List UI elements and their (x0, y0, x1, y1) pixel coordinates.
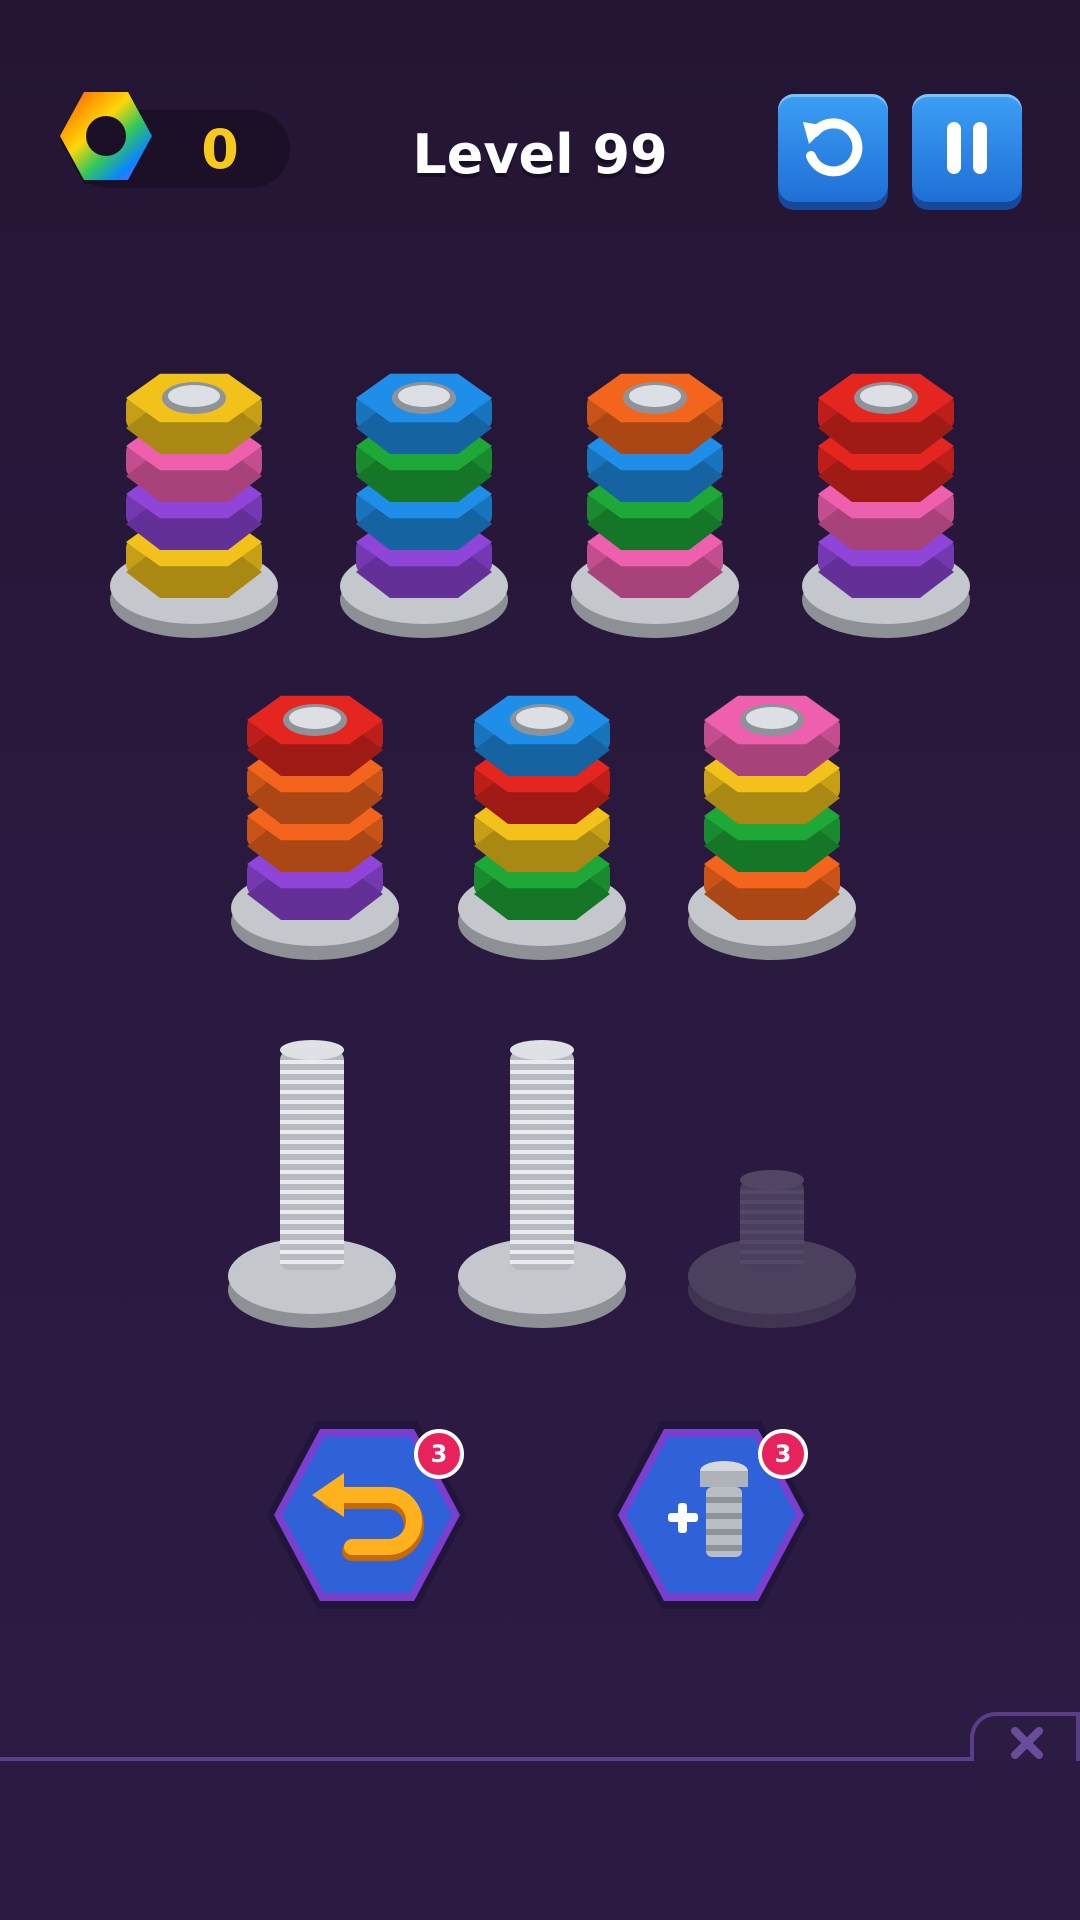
pause-button[interactable] (912, 94, 1022, 202)
nut-red (247, 695, 383, 776)
bolt-7[interactable] (688, 695, 856, 960)
score-value: 0 (201, 118, 239, 181)
level-title: Level 99 (412, 123, 668, 186)
undo-count-badge: 3 (414, 1429, 464, 1479)
bolt-4[interactable] (802, 373, 970, 638)
bolt-6[interactable] (458, 695, 626, 960)
bolt-1[interactable] (110, 373, 278, 638)
bolt-3[interactable] (571, 373, 739, 638)
close-icon (1011, 1727, 1043, 1759)
bolt-2[interactable] (340, 373, 508, 638)
ad-close-button[interactable] (970, 1712, 1080, 1761)
bolt-9[interactable] (458, 1040, 626, 1328)
bolt-10[interactable] (688, 1170, 856, 1328)
bolt-8[interactable] (228, 1040, 396, 1328)
ad-banner-area (0, 1761, 1080, 1920)
add-bolt-count-badge: 3 (758, 1429, 808, 1479)
nut-blue (474, 695, 610, 776)
restart-icon (803, 118, 863, 177)
rainbow-nut-icon (52, 88, 160, 196)
pause-icon (947, 122, 987, 174)
nut-yellow (126, 373, 262, 454)
nut-red (818, 373, 954, 454)
nut-orange (587, 373, 723, 454)
restart-button[interactable] (778, 94, 888, 202)
bolt-board (110, 373, 970, 1328)
nut-blue (356, 373, 492, 454)
bolt-5[interactable] (231, 695, 399, 960)
game-board (0, 260, 1080, 1360)
nut-pink (704, 695, 840, 776)
top-bar: 0 Level 99 (0, 0, 1080, 230)
undo-powerup-button[interactable]: 3 (262, 1415, 472, 1615)
add-bolt-powerup-button[interactable]: 3 (606, 1415, 816, 1615)
